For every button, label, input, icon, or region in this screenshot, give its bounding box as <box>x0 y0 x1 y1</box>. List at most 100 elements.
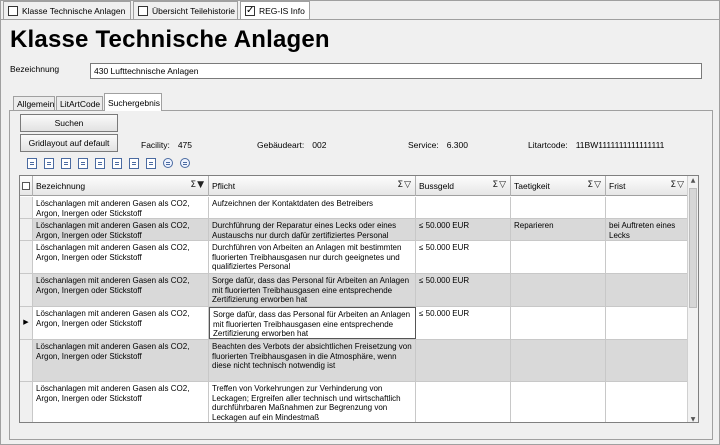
export-icon[interactable] <box>95 158 105 169</box>
tab-checkbox-icon[interactable] <box>8 5 18 16</box>
service-label: Service: <box>408 140 439 150</box>
result-grid: Bezeichnung Σ▼ Pflicht Σ▽ Bussgeld Σ▽ Taeti… <box>19 175 699 423</box>
cell-frist <box>606 307 689 339</box>
cell-frist <box>606 274 689 306</box>
tab-allgemein[interactable]: Allgemein <box>13 96 55 111</box>
grid-toolbar <box>27 158 190 172</box>
service-info: Service: 6.300 <box>408 140 468 150</box>
cell-bezeichnung: Löschanlagen mit anderen Gasen als CO2, … <box>33 340 209 381</box>
cell-frist <box>606 340 689 381</box>
new-document-icon[interactable] <box>27 158 37 169</box>
sum-filter-icon[interactable]: Σ▽ <box>397 180 412 190</box>
column-header-bezeichnung[interactable]: Bezeichnung Σ▼ <box>33 176 209 196</box>
cell-taetigkeit <box>511 382 606 422</box>
collapse-icon[interactable] <box>180 158 190 168</box>
cell-bussgeld: ≤ 50.000 EUR <box>416 307 511 339</box>
cell-pflicht: Treffen von Vorkehrungen zur Verhinderun… <box>209 382 416 422</box>
tab-reg-is-info[interactable]: REG-IS Info <box>240 1 310 19</box>
cell-frist: bei Auftreten eines Lecks <box>606 219 689 240</box>
cell-bezeichnung: Löschanlagen mit anderen Gasen als CO2, … <box>33 307 209 339</box>
cell-taetigkeit <box>511 241 606 273</box>
cell-taetigkeit <box>511 307 606 339</box>
cell-bezeichnung: Löschanlagen mit anderen Gasen als CO2, … <box>33 274 209 306</box>
tab-litartcode[interactable]: LitArtCode <box>56 96 103 111</box>
cell-bezeichnung: Löschanlagen mit anderen Gasen als CO2, … <box>33 197 209 218</box>
filter-icon[interactable] <box>146 158 156 169</box>
tab-uebersicht-teilehistorie[interactable]: Übersicht Teilehistorie <box>133 1 238 19</box>
facility-value: 475 <box>177 140 192 150</box>
tab-label: REG-IS Info <box>259 5 305 16</box>
table-row[interactable]: Löschanlagen mit anderen Gasen als CO2, … <box>20 241 689 274</box>
cell-pflicht: Durchführung der Reparatur eines Lecks o… <box>209 219 416 240</box>
expand-icon[interactable] <box>163 158 173 168</box>
row-selector[interactable] <box>20 274 33 306</box>
tab-klasse-technische-anlagen[interactable]: Klasse Technische Anlagen <box>3 1 131 19</box>
tab-checkbox-checked-icon[interactable] <box>245 4 255 18</box>
gebaeudeart-info: Gebäudeart: 002 <box>257 140 326 150</box>
column-header-frist[interactable]: Frist Σ▽ <box>606 176 689 196</box>
tab-suchergebnis[interactable]: Suchergebnis <box>104 93 162 111</box>
cell-bussgeld: ≤ 50.000 EUR <box>416 219 511 240</box>
cell-frist <box>606 241 689 273</box>
cell-pflicht: Aufzeichnen der Kontaktdaten des Betreib… <box>209 197 416 218</box>
litartcode-value: 11BW1111111111111111 <box>575 140 665 150</box>
column-header-pflicht[interactable]: Pflicht Σ▽ <box>209 176 416 196</box>
current-row-arrow-icon[interactable]: ▶ <box>20 307 33 339</box>
print-icon[interactable] <box>61 158 71 169</box>
row-selector[interactable] <box>20 219 33 240</box>
service-value: 6.300 <box>446 140 468 150</box>
column-header-label: Taetigkeit <box>514 181 550 191</box>
grid-header: Bezeichnung Σ▼ Pflicht Σ▽ Bussgeld Σ▽ Taeti… <box>20 176 689 196</box>
cell-taetigkeit <box>511 274 606 306</box>
facility-label: Facility: <box>141 140 170 150</box>
table-row[interactable]: Löschanlagen mit anderen Gasen als CO2, … <box>20 219 689 241</box>
tab-strip-divider <box>1 19 720 20</box>
cell-pflicht: Sorge dafür, dass das Personal für Arbei… <box>209 274 416 306</box>
grid-default-button[interactable]: Gridlayout auf default <box>20 134 118 152</box>
column-header-label: Frist <box>609 181 626 191</box>
litartcode-label: Litartcode: <box>528 140 568 150</box>
scroll-up-icon[interactable]: ▲ <box>689 177 697 184</box>
table-row-current[interactable]: ▶ Löschanlagen mit anderen Gasen als CO2… <box>20 307 689 340</box>
table-row[interactable]: Löschanlagen mit anderen Gasen als CO2, … <box>20 382 689 422</box>
table-row[interactable]: Löschanlagen mit anderen Gasen als CO2, … <box>20 340 689 382</box>
page-title: Klasse Technische Anlagen <box>10 26 330 53</box>
cell-bezeichnung: Löschanlagen mit anderen Gasen als CO2, … <box>33 219 209 240</box>
column-header-taetigkeit[interactable]: Taetigkeit Σ▽ <box>511 176 606 196</box>
cell-bussgeld: ≤ 50.000 EUR <box>416 241 511 273</box>
row-selector[interactable] <box>20 197 33 218</box>
sum-filter-icon[interactable]: Σ▽ <box>587 180 602 190</box>
tab-label: Suchergebnis <box>108 97 160 108</box>
table-row[interactable]: Löschanlagen mit anderen Gasen als CO2, … <box>20 197 689 219</box>
grid-settings-icon[interactable] <box>20 176 33 196</box>
cell-pflicht: Beachten des Verbots der absichtlichen F… <box>209 340 416 381</box>
gebaeudeart-label: Gebäudeart: <box>257 140 305 150</box>
paste-icon[interactable] <box>129 158 139 169</box>
bezeichnung-input[interactable] <box>90 63 702 79</box>
tab-label: LitArtCode <box>60 99 101 109</box>
column-header-label: Bezeichnung <box>36 181 86 191</box>
facility-info: Facility: 475 <box>141 140 192 150</box>
sum-filter-icon[interactable]: Σ▼ <box>190 180 205 190</box>
sum-filter-icon[interactable]: Σ▽ <box>670 180 685 190</box>
row-selector[interactable] <box>20 241 33 273</box>
table-row[interactable]: Löschanlagen mit anderen Gasen als CO2, … <box>20 274 689 307</box>
row-selector[interactable] <box>20 382 33 422</box>
cell-taetigkeit <box>511 197 606 218</box>
tab-checkbox-icon[interactable] <box>138 5 148 16</box>
print-setup-icon[interactable] <box>78 158 88 169</box>
column-header-label: Bussgeld <box>419 181 454 191</box>
column-header-bussgeld[interactable]: Bussgeld Σ▽ <box>416 176 511 196</box>
tab-label: Übersicht Teilehistorie <box>152 5 235 16</box>
grid-rows: Löschanlagen mit anderen Gasen als CO2, … <box>20 197 689 422</box>
preview-icon[interactable] <box>44 158 54 169</box>
scroll-down-icon[interactable]: ▼ <box>689 416 697 422</box>
search-button[interactable]: Suchen <box>20 114 118 132</box>
sum-filter-icon[interactable]: Σ▽ <box>492 180 507 190</box>
litartcode-info: Litartcode: 11BW1111111111111111 <box>528 140 664 150</box>
row-selector[interactable] <box>20 340 33 381</box>
gebaeudeart-value: 002 <box>312 140 327 150</box>
scrollbar-thumb[interactable] <box>689 188 697 308</box>
copy-icon[interactable] <box>112 158 122 169</box>
vertical-scrollbar[interactable]: ▲ ▼ <box>687 176 698 422</box>
